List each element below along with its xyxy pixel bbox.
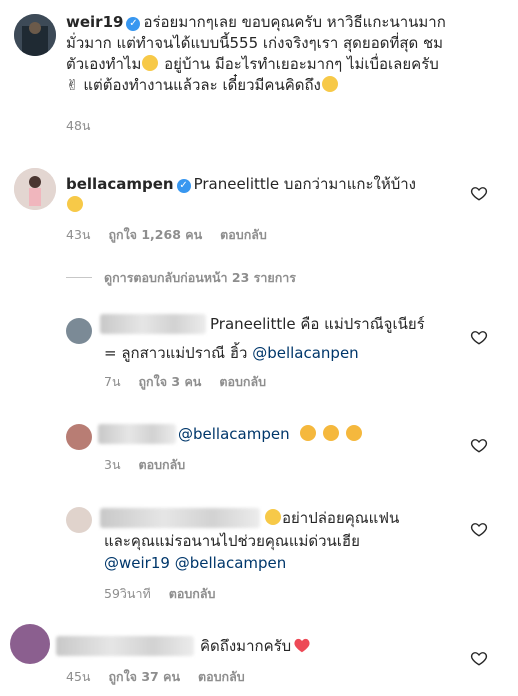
avatar-weir19[interactable] bbox=[14, 14, 56, 56]
like-heart-icon[interactable] bbox=[470, 649, 488, 667]
heart-eyes-emoji-icon bbox=[323, 425, 340, 441]
like-heart-icon[interactable] bbox=[470, 520, 488, 538]
like-heart-icon[interactable] bbox=[470, 436, 488, 454]
comment-username[interactable]: bellacampen bbox=[66, 175, 174, 193]
reply3-line1-wrap: อย่าปล่อยคุณแฟน bbox=[264, 508, 399, 529]
like-heart-icon[interactable] bbox=[470, 184, 488, 202]
reply1-line2-wrap: = ลูกสาวแม่ปราณี ฮิ้ว @bellacanpen bbox=[104, 343, 359, 364]
reply3-meta: 59วินาที ตอบกลับ bbox=[104, 584, 229, 604]
reply1-mention[interactable]: @bellacanpen bbox=[252, 344, 358, 362]
reply3-mentions: @weir19 @bellacampen bbox=[104, 553, 286, 574]
avatar-reply4[interactable] bbox=[10, 624, 50, 664]
reply1-likes[interactable]: ถูกใจ 3 คน bbox=[138, 374, 201, 389]
blurred-username bbox=[100, 314, 206, 334]
reply3-mention-weir19[interactable]: @weir19 bbox=[104, 554, 170, 572]
avatar-reply1[interactable] bbox=[66, 318, 92, 344]
caption-line4: แต่ต้องทำงานแล้วละ เดี๋ยวมีคนคิดถึง bbox=[78, 76, 321, 94]
reply4-likes[interactable]: ถูกใจ 37 คน bbox=[108, 669, 180, 684]
caption-line1: อร่อยมากๆเลย ขอบคุณครับ หาวิธีแกะนานมาก bbox=[143, 13, 446, 31]
reply1-line2: = ลูกสาวแม่ปราณี ฮิ้ว bbox=[104, 344, 253, 362]
reply2-time: 3น bbox=[104, 457, 121, 472]
view-previous-replies[interactable]: ดูการตอบกลับก่อนหน้า 23 รายการ bbox=[104, 268, 296, 288]
blurred-username bbox=[56, 636, 194, 656]
reply2-reply-button[interactable]: ตอบกลับ bbox=[138, 457, 185, 472]
blurred-username bbox=[98, 424, 176, 444]
avatar-image bbox=[14, 14, 56, 56]
reply3-mention-bellacampen[interactable]: @bellacampen bbox=[175, 554, 287, 572]
reply2-mention[interactable]: @bellacampen bbox=[178, 425, 290, 443]
verified-icon: ✓ bbox=[176, 179, 191, 193]
caption-username[interactable]: weir19 bbox=[66, 13, 123, 31]
comment1-meta: 43น ถูกใจ 1,268 คน ตอบกลับ bbox=[66, 225, 281, 245]
caption-line3b: อยู่บ้าน มีอะไรทำเยอะมากๆ ไม่เบื่อเลยครั… bbox=[159, 55, 439, 73]
reply2-text: @bellacampen bbox=[178, 424, 363, 445]
like-heart-icon[interactable] bbox=[470, 328, 488, 346]
red-heart-emoji-icon bbox=[294, 638, 310, 653]
avatar-reply3[interactable] bbox=[66, 507, 92, 533]
laughing-emoji-icon bbox=[142, 55, 159, 71]
caption-line2: มั่วมาก แต่ทำจนได้แบบนี้555 เก่งจริงๆเรา… bbox=[66, 34, 444, 52]
wink-emoji-icon bbox=[321, 76, 338, 92]
peace-hand-emoji-icon: ✌ bbox=[66, 76, 79, 94]
reply3-time: 59วินาที bbox=[104, 586, 151, 601]
verified-icon: ✓ bbox=[126, 17, 141, 31]
avatar-reply2[interactable] bbox=[66, 424, 92, 450]
reply3-line2: และคุณแม่รอนานไปช่วยคุณแม่ด่วนเฮีย bbox=[104, 532, 360, 550]
laughing-emoji-icon bbox=[67, 196, 83, 212]
avatar-bellacampen[interactable] bbox=[14, 168, 56, 210]
reply1-meta: 7น ถูกใจ 3 คน ตอบกลับ bbox=[104, 372, 280, 392]
heart-eyes-emoji-icon bbox=[345, 425, 362, 441]
reply4-meta: 45น ถูกใจ 37 คน ตอบกลับ bbox=[66, 667, 259, 687]
reply2-meta: 3น ตอบกลับ bbox=[104, 455, 199, 475]
caption-line3: ตัวเองทำไม bbox=[66, 55, 142, 73]
caption-text: weir19 ✓ อร่อยมากๆเลย ขอบคุณครับ หาวิธีแกะ… bbox=[66, 12, 506, 96]
reply3-reply-button[interactable]: ตอบกลับ bbox=[169, 586, 216, 601]
replies-divider bbox=[66, 277, 92, 278]
comment-bellacampen: bellacampen ✓ Praneelittle บอกว่ามาแกะให้บ… bbox=[66, 174, 466, 216]
reply1-line1: Praneelittle คือ แม่ปราณีจูเนียร์ bbox=[210, 315, 425, 333]
comment-text: Praneelittle บอกว่ามาแกะให้บ้าง bbox=[193, 175, 416, 193]
reply4-text-wrap: คิดถึงมากครับ bbox=[200, 636, 311, 657]
reply1-reply-button[interactable]: ตอบกลับ bbox=[219, 374, 266, 389]
reply1-time: 7น bbox=[104, 374, 121, 389]
reply1-text: Praneelittle คือ แม่ปราณีจูเนียร์ bbox=[210, 314, 480, 335]
comment1-reply-button[interactable]: ตอบกลับ bbox=[220, 227, 267, 242]
caption-time: 48น bbox=[66, 118, 91, 133]
reply4-reply-button[interactable]: ตอบกลับ bbox=[198, 669, 245, 684]
reply3-line1: อย่าปล่อยคุณแฟน bbox=[282, 509, 400, 527]
avatar-image bbox=[14, 168, 56, 210]
comment1-likes[interactable]: ถูกใจ 1,268 คน bbox=[108, 227, 202, 242]
blurred-username bbox=[100, 508, 260, 528]
heart-eyes-emoji-icon bbox=[300, 425, 317, 441]
comment1-time: 43น bbox=[66, 227, 91, 242]
reply4-time: 45น bbox=[66, 669, 91, 684]
smile-emoji-icon bbox=[265, 509, 281, 525]
reply4-text: คิดถึงมากครับ bbox=[200, 637, 292, 655]
